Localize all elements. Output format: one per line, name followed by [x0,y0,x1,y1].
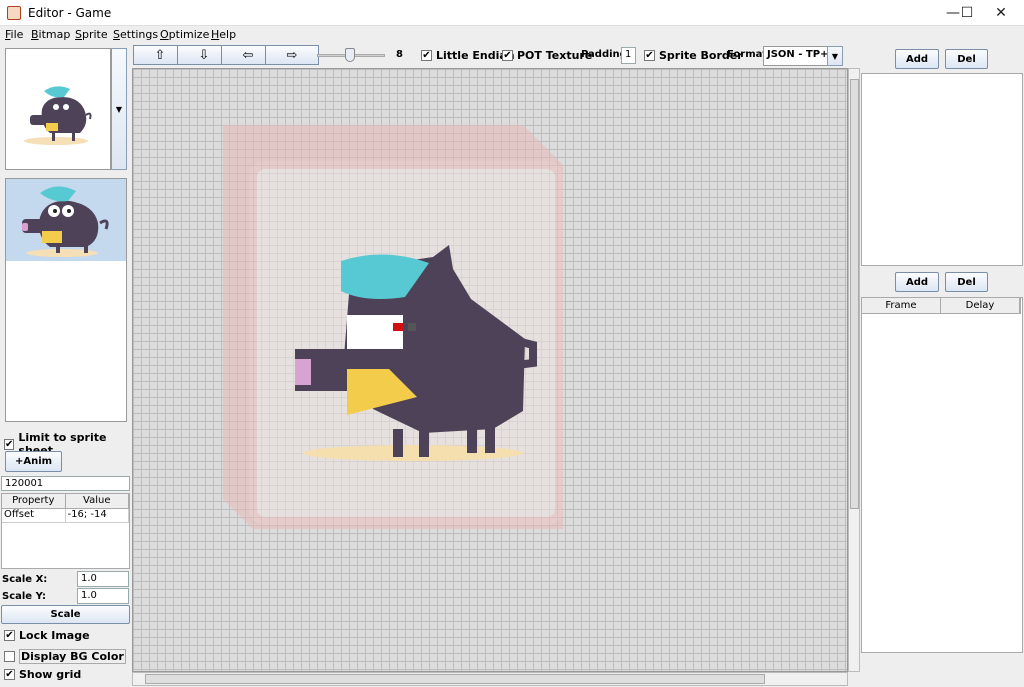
property-table-header: Property Value [2,494,129,509]
value-cell[interactable]: -16; -14 [66,509,129,522]
add-frame-button[interactable]: Add [895,272,939,292]
checkbox-icon: ✔ [4,630,15,641]
checkbox-icon: ✔ [4,438,15,450]
toolbar: ⇧ ⇩ ⇦ ⇨ 8 ✔ Little Endian ✔ POT Texture … [132,44,848,68]
scale-x-label: Scale X: [2,574,48,585]
menu-sprite[interactable]: Sprite [75,28,108,41]
pixel-canvas[interactable] [132,68,848,672]
scale-button[interactable]: Scale [1,605,130,624]
delay-column-header[interactable]: Delay [941,298,1020,313]
right-panel: Add Del Add Del [860,44,1024,687]
pot-texture-checkbox[interactable]: ✔ POT Texture [502,49,592,62]
menu-help[interactable]: Help [211,28,236,41]
sprite-id-field[interactable]: 120001 [1,476,130,491]
add-animation-button[interactable]: Add [895,49,939,69]
thumbnail-dropdown-button[interactable]: ▼ [111,48,127,170]
arrow-down-icon: ⇩ [198,47,210,63]
lock-image-checkbox[interactable]: ✔ Lock Image [4,629,90,642]
vertical-scroll-thumb[interactable] [850,79,859,509]
horizontal-scroll-thumb[interactable] [145,674,765,684]
scale-y-label: Scale Y: [2,591,46,602]
add-anim-button[interactable]: +Anim [5,451,62,472]
frame-table-header: Frame Delay [861,297,1021,314]
display-bg-color-label: Display BG Color [19,649,126,664]
checkbox-icon: ✔ [421,50,432,61]
scale-x-input[interactable]: 1.0 [77,571,129,587]
checkbox-icon [4,651,15,662]
show-grid-checkbox[interactable]: ✔ Show grid [4,668,81,681]
title-bar: Editor - Game — ☐ ✕ [0,0,1024,26]
window-title: Editor - Game [28,6,112,20]
checkbox-icon: ✔ [502,50,513,61]
frame-column-header[interactable]: Frame [862,298,941,313]
lock-image-label: Lock Image [19,629,90,642]
boar-thumbnail-image [24,86,92,145]
zoom-level-value: 8 [396,49,403,60]
sprite-list-item[interactable] [6,179,126,261]
arrow-right-icon: ⇨ [286,47,298,63]
menu-settings[interactable]: Settings [113,28,158,41]
boar-sprite-image [22,186,109,257]
checkbox-icon: ✔ [644,50,655,61]
arrow-up-icon: ⇧ [154,47,166,63]
close-button[interactable]: ✕ [978,0,1024,26]
arrow-left-icon: ⇦ [242,47,254,63]
property-column-header[interactable]: Property [2,494,66,508]
menu-optimize[interactable]: Optimize [160,28,209,41]
padding-input[interactable]: 1 [621,47,636,64]
sprite-list[interactable] [5,178,127,422]
show-grid-label: Show grid [19,668,82,681]
left-panel: ▼ ✔ Limit to sprite sheet +Anim 120001 P… [0,44,132,687]
zoom-slider-thumb[interactable] [344,48,355,62]
format-dropdown-button[interactable]: ▼ [827,46,843,66]
delete-frame-button[interactable]: Del [945,272,988,292]
table-row[interactable]: Offset -16; -14 [2,509,129,523]
value-column-header[interactable]: Value [66,494,129,508]
delete-animation-button[interactable]: Del [945,49,988,69]
display-bg-color-checkbox[interactable]: Display BG Color [4,649,126,664]
canvas-vertical-scrollbar[interactable] [848,68,860,672]
property-table: Property Value Offset -16; -14 [1,493,130,569]
java-app-icon [7,6,21,20]
chevron-down-icon: ▼ [115,104,123,114]
canvas-horizontal-scrollbar[interactable] [132,672,848,686]
animation-list[interactable] [861,73,1023,266]
menu-bar: File Bitmap Sprite Settings Optimize Hel… [0,26,1024,44]
move-right-button[interactable]: ⇨ [265,45,319,65]
menu-file[interactable]: File [5,28,23,41]
checkbox-icon: ✔ [4,669,15,680]
little-endian-checkbox[interactable]: ✔ Little Endian [421,49,515,62]
zoomed-sprite-image [223,125,563,529]
property-cell: Offset [2,509,66,522]
menu-bitmap[interactable]: Bitmap [31,28,70,41]
chevron-down-icon: ▼ [831,51,839,61]
frame-table[interactable] [861,297,1023,653]
scale-y-input[interactable]: 1.0 [77,588,129,604]
sprite-sheet-thumbnail[interactable] [5,48,111,170]
